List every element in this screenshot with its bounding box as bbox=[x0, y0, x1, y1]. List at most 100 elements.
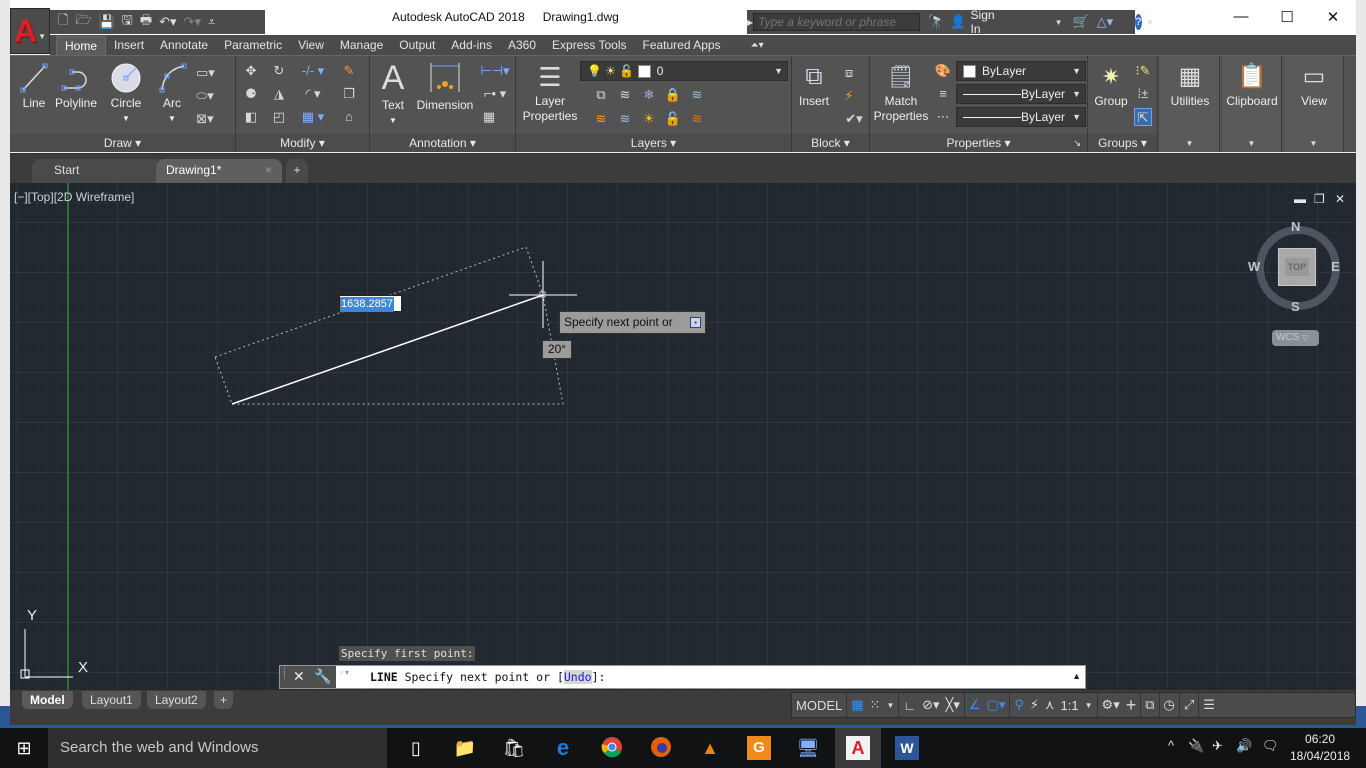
remote-desktop-icon[interactable]: 🖥 bbox=[796, 736, 820, 760]
minimize-button[interactable]: — bbox=[1218, 8, 1264, 28]
vlc-icon[interactable]: ▲ bbox=[698, 736, 722, 760]
command-line[interactable]: ⁞ ⁞ ✕ 🔧 ▫ ▾ LINE Specify next point or [U… bbox=[279, 665, 1086, 689]
tab-insert[interactable]: Insert bbox=[106, 36, 152, 55]
hardware-acceleration-icon[interactable]: ◷ bbox=[1160, 693, 1180, 717]
tab-output[interactable]: Output bbox=[391, 36, 443, 55]
foxit-reader-icon[interactable]: G bbox=[747, 736, 771, 760]
customize-wrench-icon[interactable]: 🔧 bbox=[314, 668, 331, 685]
annotation-visibility-icon[interactable]: ⚲ bbox=[1014, 697, 1024, 713]
drawing-canvas[interactable] bbox=[10, 183, 1356, 690]
plot-icon[interactable]: 🖶 bbox=[140, 11, 152, 33]
scale-icon[interactable]: ◰ bbox=[270, 108, 288, 126]
help-icon[interactable]: ? bbox=[1135, 14, 1142, 30]
layer-current-icon[interactable]: ≋ bbox=[688, 86, 706, 104]
match-properties-button[interactable]: 🗒 Match Properties bbox=[872, 62, 930, 124]
undo-icon[interactable]: ↶▾ bbox=[159, 14, 176, 30]
file-tab-start[interactable]: Start bbox=[32, 159, 162, 184]
layer-thaw-all-icon[interactable]: ☀ bbox=[640, 110, 658, 128]
groups-panel-title[interactable]: Groups ▾ bbox=[1088, 134, 1157, 152]
sign-in-button[interactable]: Sign In bbox=[971, 8, 995, 36]
search-input[interactable] bbox=[753, 13, 921, 31]
layer-dropdown[interactable]: 💡 ☀ 🔓 0 ▼ bbox=[580, 61, 788, 81]
maximize-button[interactable]: ☐ bbox=[1264, 8, 1310, 28]
utilities-button[interactable]: ▦ Utilities bbox=[1160, 62, 1220, 109]
word-icon[interactable]: W bbox=[895, 736, 919, 760]
properties-panel-title[interactable]: Properties ▾ ↘ bbox=[870, 134, 1087, 152]
rotate-icon[interactable]: ↻ bbox=[270, 62, 288, 80]
isodraft-icon[interactable]: ╳▾ bbox=[946, 697, 960, 713]
linear-dimension-icon[interactable]: ⊢⊣▾ bbox=[480, 62, 510, 80]
ribbon-minimize-icon[interactable]: ⏶▾ bbox=[743, 36, 772, 55]
snap-icon[interactable]: ⁙ bbox=[870, 697, 881, 713]
insert-button[interactable]: ⧉ Insert bbox=[796, 62, 832, 109]
layer-previous-icon[interactable]: ≋ bbox=[616, 110, 634, 128]
tab-annotate[interactable]: Annotate bbox=[152, 36, 216, 55]
close-command-line-icon[interactable]: ✕ bbox=[293, 668, 305, 685]
new-tab-button[interactable]: + bbox=[286, 159, 308, 184]
tab-featured-apps[interactable]: Featured Apps bbox=[635, 36, 729, 55]
layer-match-icon[interactable]: ≋ bbox=[616, 86, 634, 104]
arc-button[interactable]: Arc ▼ bbox=[154, 62, 190, 126]
layer-unlock-icon[interactable]: 🔓 bbox=[664, 110, 682, 128]
layer-freeze-icon[interactable]: ❄ bbox=[640, 86, 658, 104]
tab-home[interactable]: Home bbox=[56, 36, 107, 55]
compass-south[interactable]: S bbox=[1291, 299, 1300, 314]
new-icon[interactable]: 🗋 bbox=[58, 11, 68, 33]
layout-tab-layout2[interactable]: Layout2 bbox=[147, 691, 206, 709]
dimension-button[interactable]: Dimension bbox=[416, 60, 474, 113]
hatch-icon[interactable]: ⬭▾ bbox=[196, 87, 214, 105]
binoculars-icon[interactable]: 🔭 bbox=[928, 14, 944, 30]
save-as-icon[interactable]: 🖫 bbox=[122, 11, 133, 33]
customization-menu-icon[interactable]: ☰ bbox=[1199, 693, 1219, 717]
modify-panel-title[interactable]: Modify ▾ bbox=[236, 134, 369, 152]
taskbar-search[interactable]: Search the web and Windows bbox=[48, 728, 387, 768]
layer-properties-button[interactable]: ☰ Layer Properties bbox=[522, 62, 578, 124]
object-snap-icon[interactable]: ▢▾ bbox=[987, 697, 1006, 713]
tab-parametric[interactable]: Parametric bbox=[216, 36, 290, 55]
command-history-toggle-icon[interactable]: ▲ bbox=[1072, 671, 1081, 681]
layer-unisolate-icon[interactable]: ≋ bbox=[592, 110, 610, 128]
group-edit-icon[interactable]: ⁞± bbox=[1134, 85, 1152, 103]
dialog-launcher-icon[interactable]: ↘ bbox=[1073, 134, 1081, 152]
clipboard-button[interactable]: 📋 Clipboard bbox=[1222, 62, 1282, 109]
erase-icon[interactable]: ✎ bbox=[340, 62, 358, 80]
panel-clipboard[interactable]: 📋 Clipboard ▼ bbox=[1222, 56, 1282, 152]
firefox-icon[interactable] bbox=[649, 736, 673, 760]
power-icon[interactable]: 🔌 bbox=[1188, 738, 1204, 754]
airplane-mode-icon[interactable]: ✈ bbox=[1212, 738, 1223, 754]
attribute-icon[interactable]: ✔▾ bbox=[840, 110, 868, 128]
leader-icon[interactable]: ⌐• ▾ bbox=[480, 85, 510, 103]
volume-icon[interactable]: 🔊 bbox=[1236, 738, 1252, 754]
taskbar-clock[interactable]: 06:20 18/04/2018 bbox=[1290, 731, 1350, 765]
ungroup-icon[interactable]: ⁝✎ bbox=[1134, 62, 1152, 80]
chevron-down-icon[interactable]: ▼ bbox=[1055, 18, 1063, 27]
customize-icon[interactable]: ⩡ bbox=[208, 14, 215, 30]
array-icon[interactable]: ▦ ▾ bbox=[298, 108, 328, 126]
layer-lock-icon[interactable]: 🔒 bbox=[664, 86, 682, 104]
viewport-controls-label[interactable]: [−][Top][2D Wireframe] bbox=[14, 190, 134, 204]
fillet-icon[interactable]: ◜ ▾ bbox=[298, 85, 328, 103]
object-snap-tracking-icon[interactable]: ∠ bbox=[969, 697, 981, 713]
linetype-dropdown[interactable]: ByLayer ▼ bbox=[956, 107, 1086, 127]
workspace-gear-icon[interactable]: ⚙▾ bbox=[1102, 697, 1120, 713]
file-tab-drawing1[interactable]: Drawing1* × bbox=[156, 159, 282, 184]
grip-handle-icon[interactable]: ⁞ ⁞ bbox=[283, 667, 286, 682]
ucs-menu-button[interactable]: WCS ▽ bbox=[1272, 330, 1319, 346]
block-panel-title[interactable]: Block ▾ bbox=[792, 134, 869, 152]
viewport-restore-icon[interactable]: ❐ bbox=[1314, 192, 1325, 206]
autocad-taskbar-icon[interactable]: A bbox=[846, 736, 870, 760]
save-icon[interactable]: 💾 bbox=[99, 14, 115, 30]
circle-button[interactable]: Circle ▼ bbox=[106, 62, 146, 126]
model-space-button[interactable]: MODEL bbox=[792, 693, 848, 717]
layout-tab-layout1[interactable]: Layout1 bbox=[82, 691, 141, 709]
viewport-close-icon[interactable]: ✕ bbox=[1335, 192, 1345, 206]
layer-isolate-icon[interactable]: ⧉ bbox=[592, 86, 610, 104]
close-button[interactable]: ✕ bbox=[1310, 8, 1356, 28]
layer-walk-icon[interactable]: ≋ bbox=[688, 110, 706, 128]
group-button[interactable]: ✷ Group bbox=[1092, 62, 1130, 109]
a360-icon[interactable]: △▾ bbox=[1097, 14, 1114, 30]
viewcube-top-face[interactable]: TOP bbox=[1278, 248, 1316, 286]
table-icon[interactable]: ▦ bbox=[480, 108, 498, 126]
annotation-scale-value[interactable]: 1:1 bbox=[1061, 698, 1079, 713]
mirror-icon[interactable]: ◮ bbox=[270, 85, 288, 103]
